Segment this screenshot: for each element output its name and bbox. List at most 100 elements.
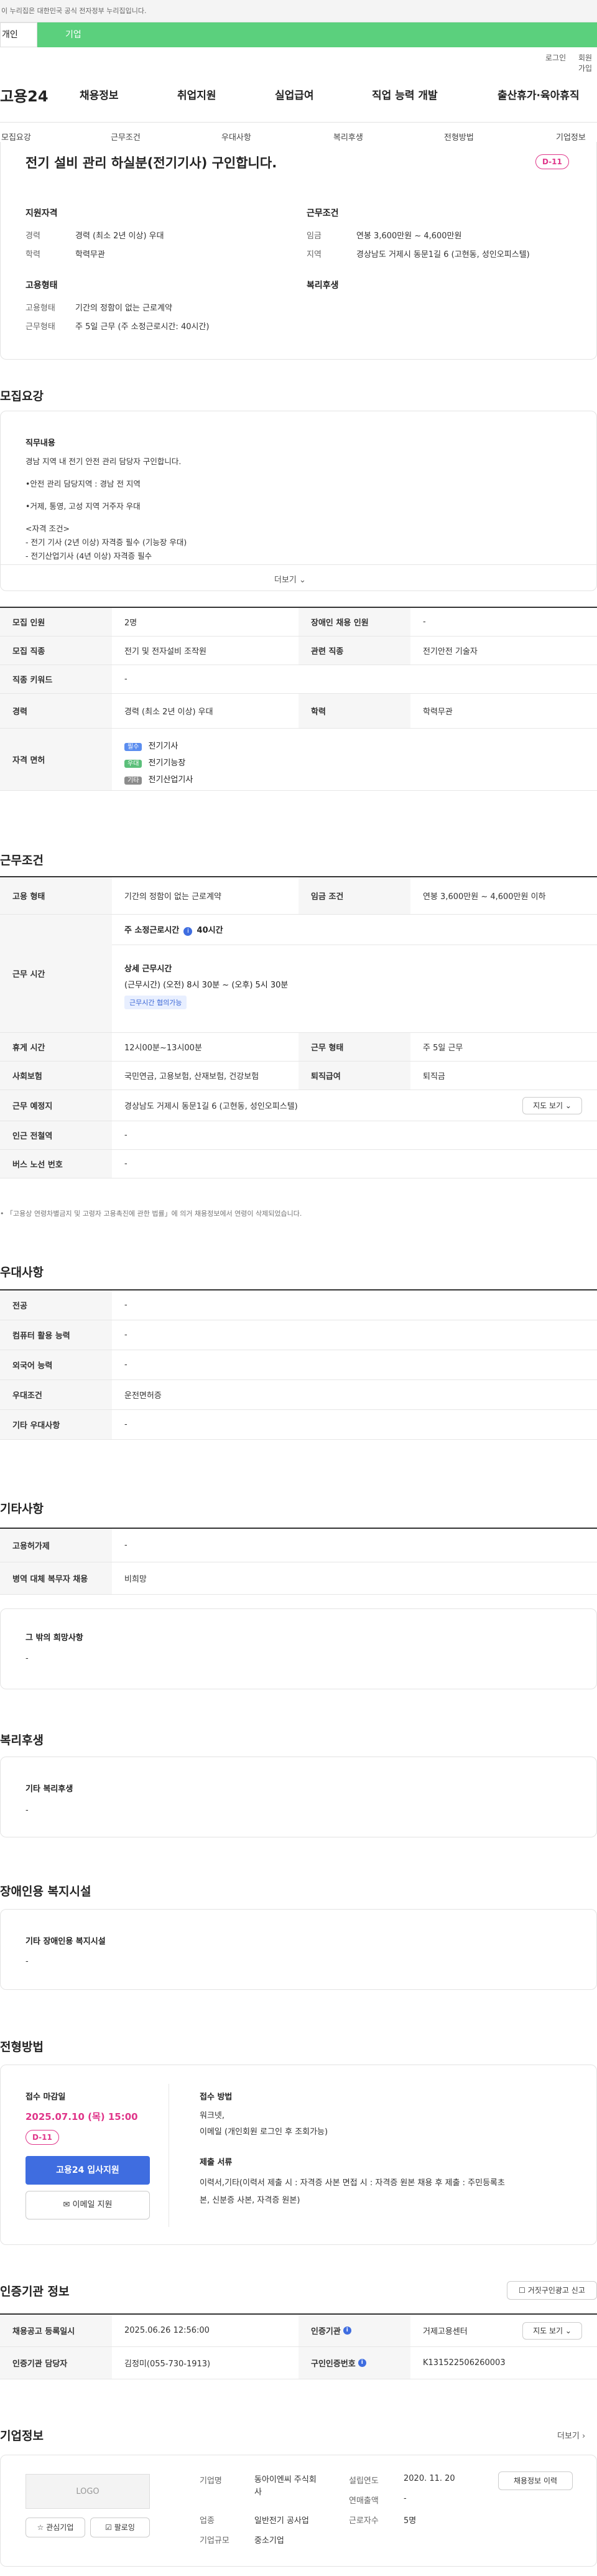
table-row: 모집 인원 2명 장애인 채용 인원 - — [0, 608, 597, 637]
keyword-label: 직종 키워드 — [0, 665, 112, 693]
selection-section-title: 전형방법 — [0, 2040, 44, 2054]
military-value: 비희망 — [124, 1575, 147, 1584]
tab-recruit[interactable]: 모집요강 — [1, 131, 31, 142]
site-logo[interactable]: 고용24 — [0, 84, 49, 106]
required-badge: 필수 — [124, 743, 142, 751]
cert-org-label: 인증기관 i — [298, 2315, 410, 2346]
gov-notice-bar: 이 누리집은 대한민국 공식 전자정부 누리집입니다. — [0, 0, 597, 22]
license-name: 전기기사 — [148, 742, 178, 751]
chevron-right-icon: › — [582, 2432, 586, 2441]
table-row: 휴게 시간 12시00분~13시00분 근무 형태 주 5일 근무 — [0, 1033, 597, 1062]
emp-type-label: 고용형태 — [25, 304, 55, 313]
gnb-item-unemployment[interactable]: 실업급여 — [275, 86, 314, 102]
check-icon: ☑ — [105, 2523, 112, 2532]
welfare-etc-value: - — [25, 1806, 29, 1815]
conditions-heading: 근무조건 — [307, 208, 339, 218]
duty-more-button[interactable]: 더보기 ⌄ — [274, 573, 306, 585]
preferred-badge: 우대 — [124, 760, 142, 768]
more-label: 더보기 — [274, 576, 297, 585]
cert-map-button[interactable]: 지도 보기 ⌄ — [522, 2322, 582, 2340]
edu-value: 학력무관 — [75, 250, 105, 259]
wage-label: 임금 — [307, 231, 322, 241]
severance-value: 퇴직금 — [423, 1072, 445, 1081]
emp-type-value: 기간의 정함이 없는 근로계약 — [75, 304, 172, 313]
permit-label: 고용허가제 — [0, 1529, 112, 1562]
edu-row-value: 학력무관 — [423, 707, 453, 717]
duty-line: •안전 관리 담당지역 : 경남 전 지역 — [25, 479, 141, 488]
table-row: 모집 직종 전기 및 전자설비 조작원 관련 직종 전기안전 기술자 — [0, 637, 597, 665]
revenue-label: 연매출액 — [349, 2496, 379, 2506]
break-value: 12시00분~13시00분 — [124, 1043, 202, 1053]
age-notice-text: 「고용상 연령차별금지 및 고령자 고용촉진에 관한 법률」에 의거 채용정보에… — [6, 1210, 302, 1218]
table-row: 전공 - — [0, 1290, 597, 1320]
weekly-hours-value: 40시간 — [197, 926, 223, 935]
job-label: 모집 직종 — [0, 637, 112, 665]
table-row: 우대조건 운전면허증 — [0, 1380, 597, 1410]
gnb-item-leave[interactable]: 출산휴가·육아휴직 — [497, 86, 580, 102]
job-history-button[interactable]: 채용정보 이력 — [498, 2471, 573, 2490]
cert-table: 채용공고 등록일시 2025.06.26 12:56:00 인증기관 i 거제고… — [0, 2313, 597, 2379]
qualification-heading: 지원자격 — [25, 208, 58, 218]
pref-etc-label: 기타 우대사항 — [0, 1410, 112, 1439]
license-name: 전기산업기사 — [148, 775, 193, 785]
login-link[interactable]: 로그인 — [545, 52, 566, 63]
list-item: 기타 전기산업기사 — [124, 773, 193, 788]
tab-user[interactable]: 개인 — [0, 22, 37, 47]
emp-type-row-label: 고용 형태 — [0, 877, 112, 914]
gnb-item-employment-support[interactable]: 취업지원 — [177, 86, 216, 102]
tab-preference[interactable]: 우대사항 — [221, 131, 251, 142]
email-apply-button[interactable]: ✉ 이메일 지원 — [25, 2191, 150, 2219]
computer-value: - — [124, 1330, 127, 1340]
company-more-link[interactable]: 더보기 › — [557, 2429, 585, 2441]
chevron-down-icon: ⌄ — [565, 1101, 572, 1110]
report-button[interactable]: ☐ 거짓구인광고 신고 — [507, 2281, 597, 2300]
table-row: 근무 시간 주 소정근로시간 i 40시간 상세 근무시간 (근무시간) (오전… — [0, 915, 597, 1033]
tab-selection[interactable]: 전형방법 — [444, 131, 474, 142]
map-button-label: 지도 보기 — [533, 2326, 563, 2335]
career-label: 경력 — [25, 231, 40, 241]
permit-value: - — [124, 1541, 127, 1550]
info-icon[interactable]: i — [343, 2326, 351, 2335]
interest-label: 관심기업 — [46, 2523, 74, 2532]
etc-section-title: 기타사항 — [0, 1502, 44, 1516]
follow-button[interactable]: ☑ 팔로잉 — [90, 2518, 150, 2537]
docs-heading: 제출 서류 — [200, 2158, 233, 2167]
tab-company[interactable]: 기업정보 — [556, 131, 586, 142]
docs-line: 본, 신분증 사본, 자격증 원본) — [200, 2196, 300, 2205]
size-value: 중소기업 — [254, 2536, 284, 2546]
cert-number-value: K131522506260003 — [423, 2358, 506, 2368]
wish-heading: 그 밖의 희망사항 — [25, 1633, 83, 1643]
apply-button[interactable]: 고용24 입사지원 — [25, 2156, 150, 2185]
welfare-etc-heading: 기타 복리후생 — [25, 1785, 73, 1794]
follow-label: 팔로잉 — [114, 2523, 135, 2532]
edu-label: 학력 — [25, 250, 40, 259]
bus-label: 버스 노선 번호 — [0, 1150, 112, 1178]
insurance-label: 사회보험 — [0, 1062, 112, 1090]
interest-button[interactable]: ☆ 관심기업 — [25, 2518, 85, 2537]
table-row: 사회보험 국민연금, 고용보험, 산재보험, 건강보험 퇴직급여 퇴직금 — [0, 1062, 597, 1090]
gnb-item-jobs[interactable]: 채용정보 — [80, 86, 119, 102]
report-icon: ☐ — [519, 2286, 525, 2295]
subway-label: 인근 전철역 — [0, 1121, 112, 1149]
report-button-label: 거짓구인광고 신고 — [527, 2286, 585, 2295]
tab-work[interactable]: 근무조건 — [111, 131, 141, 142]
info-icon[interactable]: i — [358, 2359, 366, 2367]
hours-negotiable-tag: 근무시간 협의가능 — [124, 996, 187, 1009]
recruit-section-title: 모집요강 — [0, 390, 44, 403]
map-button[interactable]: 지도 보기 ⌄ — [522, 1097, 582, 1114]
revenue-value: - — [404, 2494, 407, 2503]
deadline-value: 2025.07.10 (목) 15:00 — [25, 2111, 138, 2122]
chevron-down-icon: ⌄ — [565, 2326, 572, 2335]
gnb-item-training[interactable]: 직업 능력 개발 — [372, 86, 438, 102]
tab-welfare[interactable]: 복리후생 — [333, 131, 363, 142]
join-link[interactable]: 회원가입 — [578, 52, 597, 73]
work-form-label: 근무형태 — [25, 322, 55, 332]
career-row-value: 경력 (최소 2년 이상) 우대 — [124, 707, 213, 717]
weekly-hours-label: 주 소정근로시간 — [124, 926, 180, 935]
cert-org-label-text: 인증기관 — [311, 2327, 341, 2336]
info-icon[interactable]: i — [183, 927, 193, 936]
bus-value: - — [124, 1159, 127, 1169]
facility-heading: 기타 장애인용 복지시설 — [25, 1937, 106, 1946]
method-line: 워크넷, — [200, 2111, 225, 2121]
tab-corp[interactable]: 기업 — [37, 22, 597, 47]
